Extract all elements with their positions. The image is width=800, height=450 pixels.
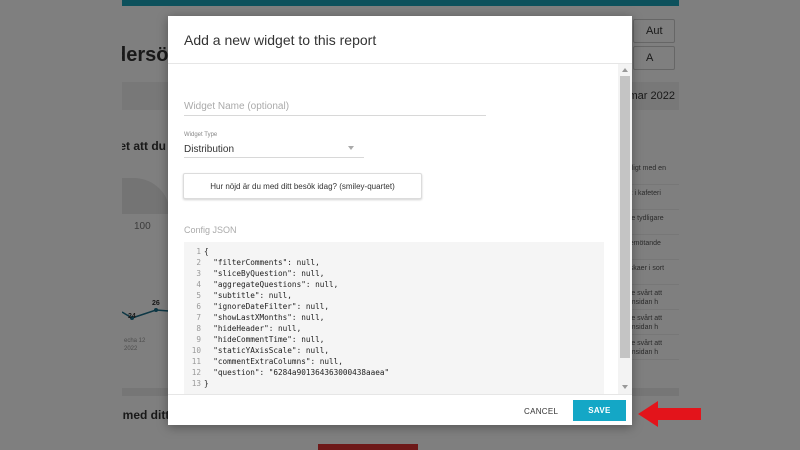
code-line: 6 "ignoreDateFilter": null, xyxy=(184,301,604,312)
cancel-button[interactable]: CANCEL xyxy=(524,407,558,416)
code-line: 7 "showLastXMonths": null, xyxy=(184,312,604,323)
dialog-body: Widget Type Distribution Hur nöjd är du … xyxy=(168,64,632,394)
screen: dersö Aut A mar 2022 det att du 100 24 2… xyxy=(0,0,800,450)
code-line: 1{ xyxy=(184,246,604,257)
code-text: "hideCommentTime": null, xyxy=(204,335,325,344)
line-number: 9 xyxy=(196,335,201,344)
line-number: 13 xyxy=(191,379,201,388)
dialog-title: Add a new widget to this report xyxy=(184,32,377,48)
code-text: "subtitle": null, xyxy=(204,291,292,300)
code-line: 10 "staticYAxisScale": null, xyxy=(184,345,604,356)
scroll-down-arrow-icon[interactable] xyxy=(622,385,628,389)
line-number: 7 xyxy=(196,313,201,322)
code-text: "hideHeader": null, xyxy=(204,324,302,333)
code-text: { xyxy=(204,247,209,256)
dialog-scrollbar[interactable] xyxy=(618,64,632,394)
line-number: 10 xyxy=(191,346,201,355)
widget-type-label: Widget Type xyxy=(184,132,218,138)
line-number: 11 xyxy=(191,357,201,366)
config-json-label: Config JSON xyxy=(184,225,237,235)
line-number: 5 xyxy=(196,291,201,300)
line-number: 6 xyxy=(196,302,201,311)
save-button[interactable]: SAVE xyxy=(573,400,626,421)
line-number: 3 xyxy=(196,269,201,278)
code-line: 13} xyxy=(184,378,604,389)
dialog-footer: CANCEL SAVE xyxy=(168,394,632,425)
code-line: 4 "aggregateQuestions": null, xyxy=(184,279,604,290)
code-text: "commentExtraColumns": null, xyxy=(204,357,343,366)
code-line: 12 "question": "6284a901364363000438aaea… xyxy=(184,367,604,378)
widget-type-value: Distribution xyxy=(184,144,235,155)
code-text: "question": "6284a901364363000438aaea" xyxy=(204,368,390,377)
code-line: 2 "filterComments": null, xyxy=(184,257,604,268)
line-number: 2 xyxy=(196,258,201,267)
code-text: "filterComments": null, xyxy=(204,258,320,267)
widget-name-field[interactable] xyxy=(184,94,486,116)
line-number: 8 xyxy=(196,324,201,333)
code-text: } xyxy=(204,379,209,388)
line-number: 4 xyxy=(196,280,201,289)
widget-type-select[interactable]: Distribution xyxy=(184,142,364,158)
dialog-header: Add a new widget to this report xyxy=(168,16,632,64)
code-text: "aggregateQuestions": null, xyxy=(204,280,339,289)
code-text: "sliceByQuestion": null, xyxy=(204,269,325,278)
chevron-down-icon xyxy=(348,146,354,150)
code-line: 9 "hideCommentTime": null, xyxy=(184,334,604,345)
line-number: 12 xyxy=(191,368,201,377)
code-line: 3 "sliceByQuestion": null, xyxy=(184,268,604,279)
code-line: 8 "hideHeader": null, xyxy=(184,323,604,334)
question-button[interactable]: Hur nöjd är du med ditt besök idag? (smi… xyxy=(183,173,422,199)
code-line: 5 "subtitle": null, xyxy=(184,290,604,301)
code-text: "showLastXMonths": null, xyxy=(204,313,325,322)
code-text: "ignoreDateFilter": null, xyxy=(204,302,329,311)
add-widget-dialog: Add a new widget to this report Widget T… xyxy=(168,16,632,425)
config-json-editor[interactable]: 1{ 2 "filterComments": null, 3 "sliceByQ… xyxy=(184,242,604,394)
code-line: 11 "commentExtraColumns": null, xyxy=(184,356,604,367)
widget-name-input[interactable] xyxy=(184,94,486,112)
line-number: 1 xyxy=(196,247,201,256)
red-arrow-icon xyxy=(638,401,701,427)
code-text: "staticYAxisScale": null, xyxy=(204,346,329,355)
scrollbar-thumb[interactable] xyxy=(620,76,630,358)
scroll-up-arrow-icon[interactable] xyxy=(622,68,628,72)
